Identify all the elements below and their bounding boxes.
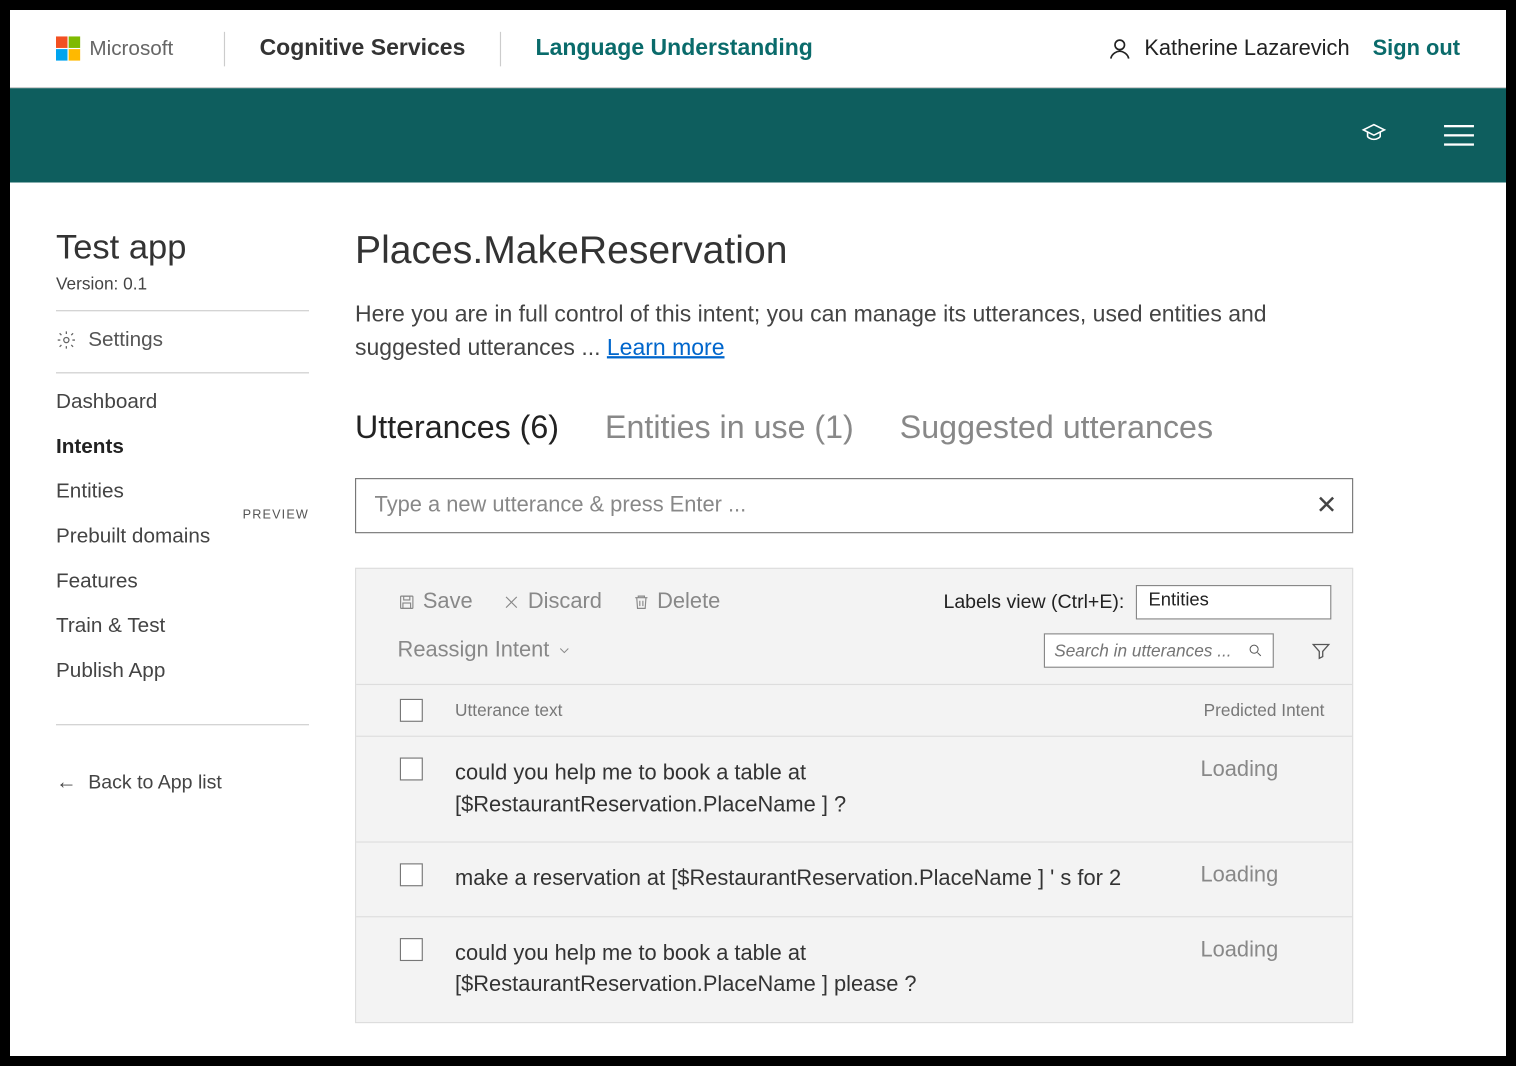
utterance-text[interactable]: could you help me to book a table at [$R…: [446, 938, 1148, 1001]
divider: [56, 310, 309, 311]
utterance-text[interactable]: make a reservation at [$RestaurantReserv…: [446, 863, 1148, 895]
sign-out-link[interactable]: Sign out: [1373, 36, 1460, 61]
user-block[interactable]: Katherine Lazarevich: [1108, 36, 1350, 61]
app-version: Version: 0.1: [56, 275, 309, 295]
microsoft-label: Microsoft: [89, 36, 173, 60]
divider: [56, 724, 309, 725]
sidebar-item-entities[interactable]: Entities: [56, 479, 309, 503]
preview-badge: PREVIEW: [243, 508, 309, 522]
back-label: Back to App list: [88, 771, 222, 794]
save-button[interactable]: Save: [398, 590, 473, 615]
microsoft-logo-icon: [56, 36, 80, 60]
app-bar: [10, 88, 1506, 182]
graduation-cap-icon[interactable]: [1361, 120, 1386, 151]
labels-view-label: Labels view (Ctrl+E):: [943, 591, 1124, 614]
divider: [56, 372, 309, 373]
utterance-row: could you help me to book a table at [$R…: [356, 916, 1352, 1022]
settings-label: Settings: [88, 327, 163, 351]
search-utterances[interactable]: [1044, 633, 1274, 668]
predicted-intent: Loading: [1147, 938, 1331, 963]
divider: [224, 31, 225, 65]
discard-button[interactable]: Discard: [503, 590, 602, 615]
tab-utterances[interactable]: Utterances (6): [355, 409, 559, 446]
sidebar-item-features[interactable]: Features: [56, 569, 309, 593]
sidebar: Test app Version: 0.1 Settings Dashboard…: [56, 229, 309, 1056]
utterance-toolbar: Save Discard Delete Labels view (Ctrl+E)…: [355, 568, 1353, 1023]
tab-suggested-utterances[interactable]: Suggested utterances: [900, 409, 1213, 446]
sidebar-item-publish-app[interactable]: Publish App: [56, 659, 309, 683]
utterance-row: could you help me to book a table at [$R…: [356, 736, 1352, 842]
col-utterance-text: Utterance text: [446, 701, 1148, 721]
predicted-intent: Loading: [1147, 758, 1331, 783]
microsoft-logo[interactable]: Microsoft: [56, 36, 173, 60]
sidebar-item-intents[interactable]: Intents: [56, 434, 309, 458]
arrow-left-icon: ←: [56, 771, 77, 794]
top-header: Microsoft Cognitive Services Language Un…: [10, 10, 1506, 88]
learn-more-link[interactable]: Learn more: [607, 335, 725, 360]
app-title: Test app: [56, 229, 309, 268]
user-name: Katherine Lazarevich: [1144, 36, 1349, 61]
tab-entities-in-use[interactable]: Entities in use (1): [605, 409, 854, 446]
divider: [500, 31, 501, 65]
settings-link[interactable]: Settings: [56, 321, 309, 364]
chevron-down-icon: [556, 643, 572, 659]
language-understanding-link[interactable]: Language Understanding: [536, 35, 813, 61]
page-title: Places.MakeReservation: [355, 229, 1460, 274]
user-icon: [1108, 36, 1133, 61]
desc-text: Here you are in full control of this int…: [355, 302, 1267, 361]
cognitive-services-link[interactable]: Cognitive Services: [260, 35, 466, 61]
back-to-app-list[interactable]: ← Back to App list: [56, 771, 309, 794]
col-predicted-intent: Predicted Intent: [1147, 701, 1331, 721]
labels-view-value: Entities: [1149, 591, 1209, 611]
utterance-table-header: Utterance text Predicted Intent: [356, 684, 1352, 736]
page-description: Here you are in full control of this int…: [355, 299, 1344, 366]
row-checkbox[interactable]: [400, 938, 423, 961]
reassign-intent-dropdown[interactable]: Reassign Intent: [398, 638, 573, 663]
save-icon: [398, 593, 416, 611]
row-checkbox[interactable]: [400, 758, 423, 781]
delete-button[interactable]: Delete: [632, 590, 720, 615]
save-label: Save: [423, 590, 473, 615]
sidebar-item-prebuilt-domains[interactable]: PREVIEW Prebuilt domains: [56, 524, 309, 548]
main-content: Places.MakeReservation Here you are in f…: [309, 229, 1460, 1056]
new-utterance-input[interactable]: [355, 478, 1353, 533]
search-icon: [1247, 643, 1263, 659]
search-utterances-input[interactable]: [1054, 641, 1247, 661]
hamburger-menu-icon[interactable]: [1444, 125, 1474, 146]
utterance-row: make a reservation at [$RestaurantReserv…: [356, 842, 1352, 916]
trash-icon: [632, 593, 650, 611]
clear-input-icon[interactable]: ✕: [1316, 491, 1337, 521]
reassign-label: Reassign Intent: [398, 638, 550, 663]
close-icon: [503, 593, 521, 611]
select-all-checkbox[interactable]: [400, 699, 423, 722]
tabs: Utterances (6) Entities in use (1) Sugge…: [355, 409, 1460, 446]
predicted-intent: Loading: [1147, 863, 1331, 888]
labels-view-select[interactable]: Entities: [1136, 585, 1332, 620]
sidebar-item-label: Prebuilt domains: [56, 524, 210, 547]
sidebar-item-dashboard[interactable]: Dashboard: [56, 390, 309, 414]
discard-label: Discard: [528, 590, 602, 615]
utterance-text[interactable]: could you help me to book a table at [$R…: [446, 758, 1148, 821]
delete-label: Delete: [657, 590, 720, 615]
sidebar-item-train-test[interactable]: Train & Test: [56, 614, 309, 638]
gear-icon: [56, 329, 77, 350]
filter-icon[interactable]: [1311, 640, 1332, 661]
row-checkbox[interactable]: [400, 863, 423, 886]
